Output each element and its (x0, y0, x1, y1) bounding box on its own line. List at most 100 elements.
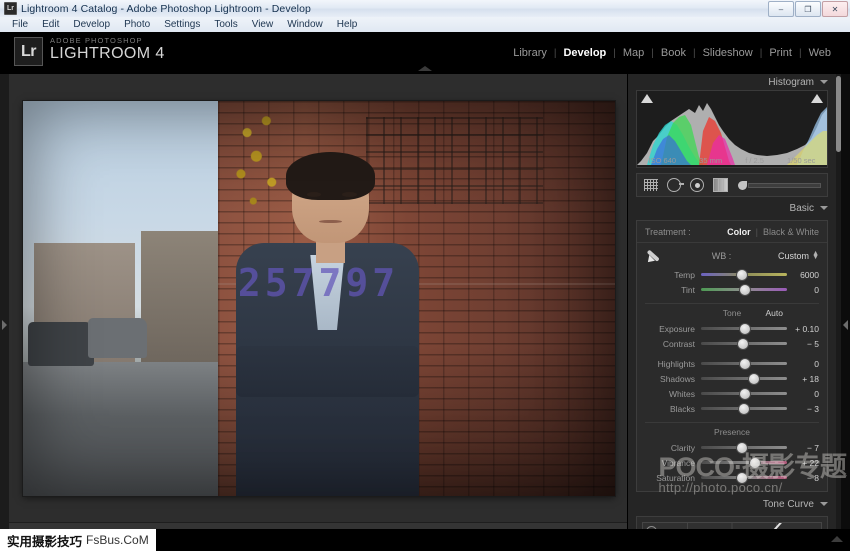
presence-section-title: Presence (714, 427, 750, 437)
updown-stepper-icon[interactable]: ▲▼ (812, 252, 819, 260)
slider-temp[interactable]: Temp 6000 (637, 267, 827, 282)
slider-clarity-knob[interactable] (736, 442, 748, 454)
triangle-down-icon[interactable] (820, 80, 828, 84)
treatment-label: Treatment : (645, 227, 691, 237)
menu-window[interactable]: Window (280, 17, 330, 32)
crop-overlay-tool-icon[interactable] (643, 178, 659, 192)
red-eye-correction-tool-icon[interactable] (689, 178, 705, 192)
histogram-exif: ISO 640 35 mm f / 2.5 1/50 sec (637, 156, 827, 165)
menu-develop[interactable]: Develop (66, 17, 117, 32)
slider-tint-knob[interactable] (739, 284, 751, 296)
module-web[interactable]: Web (802, 47, 838, 59)
module-map[interactable]: Map (616, 47, 651, 59)
slider-saturation[interactable]: Saturation − 8 (637, 470, 827, 485)
slider-temp-value: 6000 (787, 270, 819, 280)
histogram-panel-header[interactable]: Histogram (628, 74, 836, 90)
module-picker: Library | Develop | Map | Book | Slidesh… (506, 47, 838, 59)
slider-whites-label: Whites (645, 389, 701, 399)
slider-clarity-label: Clarity (645, 443, 701, 453)
slider-contrast-track[interactable] (701, 342, 787, 345)
close-button[interactable]: ✕ (822, 1, 848, 17)
menu-edit[interactable]: Edit (35, 17, 66, 32)
slider-contrast-knob[interactable] (737, 338, 749, 350)
menu-file[interactable]: File (5, 17, 35, 32)
slider-clarity[interactable]: Clarity − 7 (637, 440, 827, 455)
module-slideshow[interactable]: Slideshow (696, 47, 760, 59)
slider-whites-knob[interactable] (739, 388, 751, 400)
eyedropper-icon[interactable] (645, 248, 665, 264)
triangle-down-icon[interactable] (820, 206, 828, 210)
menu-help[interactable]: Help (330, 17, 365, 32)
slider-whites-track[interactable] (701, 392, 787, 395)
slider-highlights[interactable]: Highlights 0 (637, 356, 827, 371)
identity-plate[interactable]: Lr ADOBE PHOTOSHOP LIGHTROOM 4 (14, 37, 165, 66)
tone-auto-button[interactable]: Auto (766, 308, 784, 318)
basic-title: Basic (790, 203, 814, 214)
slider-shadows-track[interactable] (701, 377, 787, 380)
slider-temp-knob[interactable] (736, 269, 748, 281)
maximize-button[interactable]: ❐ (795, 1, 821, 17)
tone-section-header: Tone Auto (645, 303, 819, 319)
slider-tint-track[interactable] (701, 288, 787, 291)
slider-saturation-track[interactable] (701, 476, 787, 479)
slider-whites[interactable]: Whites 0 (637, 386, 827, 401)
slider-blacks-knob[interactable] (738, 403, 750, 415)
adjustment-brush-tool-icon[interactable] (738, 181, 821, 190)
basic-panel-header[interactable]: Basic (628, 200, 836, 216)
right-panel: Histogram (627, 74, 850, 551)
slider-tint[interactable]: Tint 0 (637, 282, 827, 297)
slider-exposure-knob[interactable] (739, 323, 751, 335)
tone-curve-title: Tone Curve (763, 499, 814, 510)
slider-shadows[interactable]: Shadows + 18 (637, 371, 827, 386)
treatment-color-option[interactable]: Color (727, 227, 751, 237)
right-panel-rail[interactable] (841, 74, 850, 551)
slider-highlights-track[interactable] (701, 362, 787, 365)
slider-contrast[interactable]: Contrast − 5 (637, 336, 827, 351)
menu-view[interactable]: View (245, 17, 281, 32)
module-book[interactable]: Book (654, 47, 693, 59)
shadow-clipping-icon[interactable] (641, 94, 653, 103)
slider-blacks-track[interactable] (701, 407, 787, 410)
slider-temp-track[interactable] (701, 273, 787, 276)
highlight-clipping-icon[interactable] (811, 94, 823, 103)
triangle-up-icon[interactable] (831, 536, 843, 542)
wb-preset-selector[interactable]: Custom ▲▼ (778, 251, 819, 261)
slider-vibrance-track[interactable] (701, 461, 787, 464)
slider-vibrance[interactable]: Vibrance + 22 (637, 455, 827, 470)
slider-vibrance-value: + 22 (787, 458, 819, 468)
menu-tools[interactable]: Tools (207, 17, 244, 32)
histogram-graph[interactable]: ISO 640 35 mm f / 2.5 1/50 sec (636, 90, 828, 168)
triangle-up-icon[interactable] (418, 66, 432, 71)
slider-exposure-track[interactable] (701, 327, 787, 330)
slider-shadows-knob[interactable] (748, 373, 760, 385)
slider-vibrance-knob[interactable] (749, 457, 761, 469)
menu-photo[interactable]: Photo (117, 17, 157, 32)
treatment-bw-option[interactable]: Black & White (763, 227, 819, 237)
slider-blacks[interactable]: Blacks − 3 (637, 401, 827, 416)
minimize-button[interactable]: – (768, 1, 794, 17)
menu-settings[interactable]: Settings (157, 17, 207, 32)
identity-product: LIGHTROOM 4 (50, 45, 165, 63)
slider-exposure-label: Exposure (645, 324, 701, 334)
slider-saturation-knob[interactable] (736, 472, 748, 484)
slider-clarity-track[interactable] (701, 446, 787, 449)
module-develop[interactable]: Develop (556, 47, 613, 59)
lightroom-window: Lr Lightroom 4 Catalog - Adobe Photoshop… (0, 0, 850, 551)
window-title-bar: Lr Lightroom 4 Catalog - Adobe Photoshop… (0, 0, 850, 18)
slider-exposure-value: + 0.10 (787, 324, 819, 334)
triangle-down-icon[interactable] (820, 502, 828, 506)
module-print[interactable]: Print (762, 47, 799, 59)
graduated-filter-tool-icon[interactable] (712, 178, 728, 192)
triangle-right-icon[interactable] (2, 320, 7, 330)
triangle-right-icon[interactable] (843, 320, 848, 330)
photo-stage[interactable]: 257797 (9, 74, 628, 523)
exif-focal-length: 35 mm (699, 156, 722, 165)
tone-curve-panel-header[interactable]: Tone Curve (628, 496, 836, 512)
slider-highlights-knob[interactable] (739, 358, 751, 370)
exif-iso: ISO 640 (649, 156, 677, 165)
spot-removal-tool-icon[interactable] (666, 178, 682, 192)
module-library[interactable]: Library (506, 47, 554, 59)
slider-exposure[interactable]: Exposure + 0.10 (637, 321, 827, 336)
photo-preview[interactable]: 257797 (23, 101, 615, 496)
develop-tool-strip (636, 173, 828, 197)
